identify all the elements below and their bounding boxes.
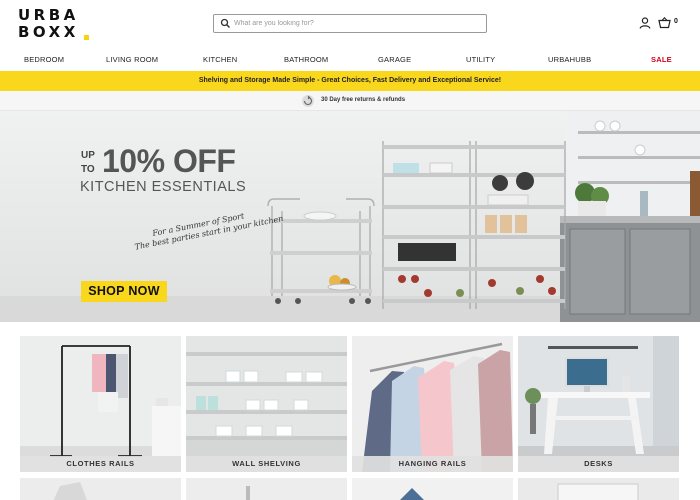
nav-item-kitchen[interactable]: KITCHEN — [203, 55, 237, 64]
category-label[interactable]: CLOTHES RAILS — [20, 456, 181, 472]
search-icon[interactable] — [220, 18, 231, 29]
hero-banner[interactable]: UP TO 10% OFF KITCHEN ESSENTIALS For a S… — [0, 111, 700, 322]
hero-up-text: UP — [81, 150, 95, 161]
carousel-dots — [339, 315, 360, 322]
hero-to-text: TO — [81, 164, 95, 175]
shop-now-button[interactable]: SHOP NOW — [81, 281, 167, 302]
category-tile-partial[interactable] — [352, 478, 513, 500]
search-input[interactable] — [234, 16, 482, 31]
account-icon[interactable] — [639, 17, 651, 29]
hanging-rails-image — [352, 336, 513, 472]
promo-text: Shelving and Storage Made Simple - Great… — [198, 77, 502, 84]
clothes-rails-image — [20, 336, 181, 472]
hero-discount: 10% OFF — [102, 143, 236, 179]
category-tile-wall-shelving[interactable]: WALL SHELVING — [186, 336, 347, 472]
nav-item-urbahubb[interactable]: URBAHUBB — [548, 55, 591, 64]
category-tile-partial[interactable] — [518, 478, 679, 500]
promo-banner: Shelving and Storage Made Simple - Great… — [0, 71, 700, 91]
returns-icon — [302, 95, 314, 107]
desks-image — [518, 336, 679, 472]
category-label[interactable]: DESKS — [518, 456, 679, 472]
category-tile-desks[interactable]: DESKS — [518, 336, 679, 472]
wall-shelving-image — [186, 336, 347, 472]
category-tile-partial[interactable] — [20, 478, 181, 500]
basket-icon[interactable] — [658, 17, 671, 29]
category-partial-image — [20, 478, 181, 500]
category-partial-image — [186, 478, 347, 500]
returns-strip: 30 Day free returns & refunds — [0, 91, 700, 111]
brand-logo-line2: BOXX — [18, 23, 79, 41]
nav-item-sale[interactable]: SALE — [651, 55, 672, 64]
category-label[interactable]: WALL SHELVING — [186, 456, 347, 472]
nav-item-utility[interactable]: UTILITY — [466, 55, 495, 64]
main-nav: BEDROOM LIVING ROOM KITCHEN BATHROOM GAR… — [0, 50, 700, 70]
brand-logo[interactable]: URBA BOXX — [18, 6, 89, 42]
basket-count[interactable]: 0 — [674, 18, 678, 25]
site-header: URBA BOXX 0 — [0, 0, 700, 50]
brand-logo-line1: URBA — [18, 6, 79, 24]
nav-item-living-room[interactable]: LIVING ROOM — [106, 55, 158, 64]
category-tile-clothes-rails[interactable]: CLOTHES RAILS — [20, 336, 181, 472]
search-bar[interactable] — [213, 14, 487, 33]
returns-text: 30 Day free returns & refunds — [321, 97, 406, 103]
brand-logo-dot — [84, 35, 89, 40]
nav-item-bathroom[interactable]: BATHROOM — [284, 55, 328, 64]
category-label[interactable]: HANGING RAILS — [352, 456, 513, 472]
nav-item-bedroom[interactable]: BEDROOM — [24, 55, 64, 64]
hero-subtitle: KITCHEN ESSENTIALS — [80, 179, 247, 195]
category-grid: CLOTHES RAILS WALL SHELVING HANGING RAIL… — [0, 322, 700, 500]
category-tile-hanging-rails[interactable]: HANGING RAILS — [352, 336, 513, 472]
nav-item-garage[interactable]: GARAGE — [378, 55, 411, 64]
category-tile-partial[interactable] — [186, 478, 347, 500]
category-partial-image — [518, 478, 679, 500]
category-partial-image — [352, 478, 513, 500]
